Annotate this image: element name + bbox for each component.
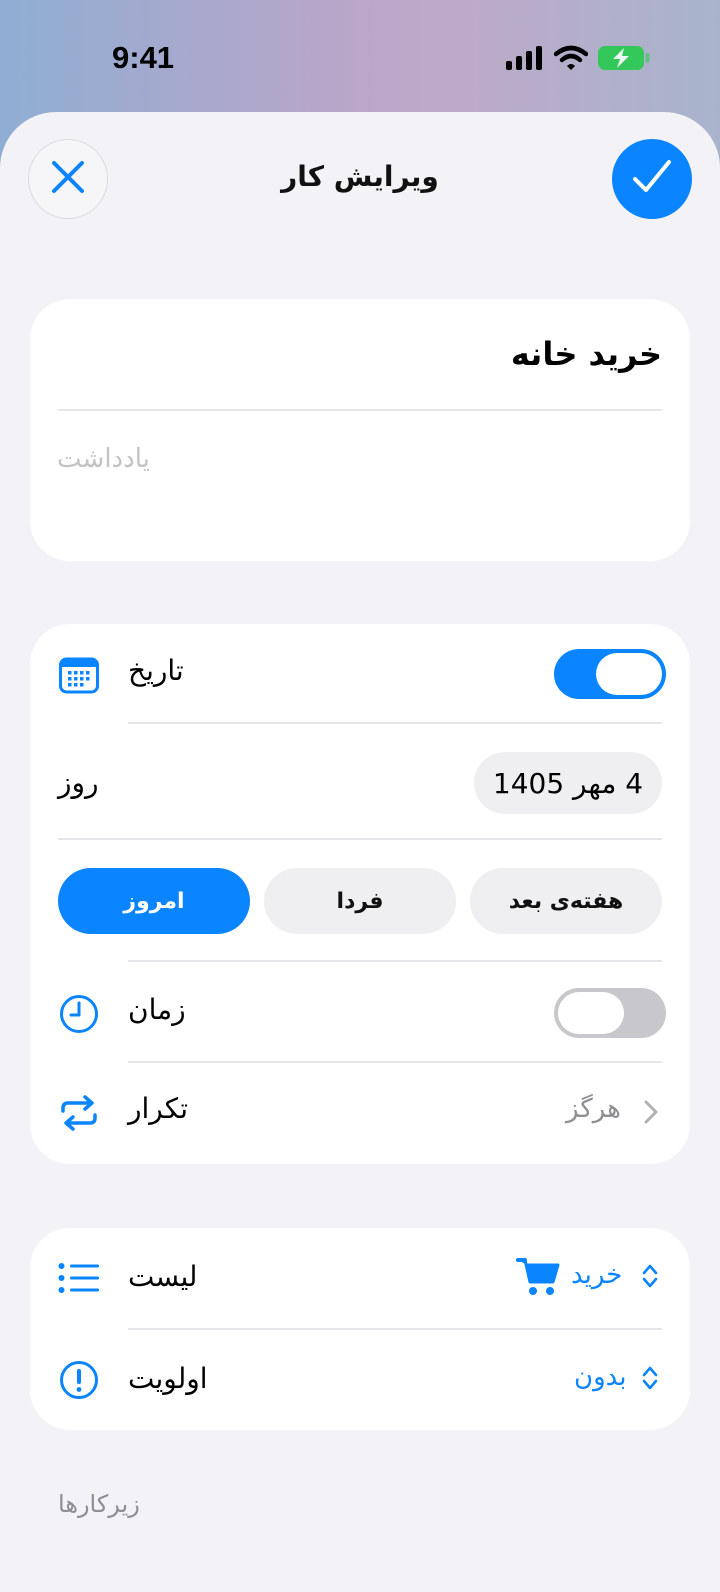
repeat-label: تکرار — [128, 1092, 189, 1125]
done-button[interactable] — [612, 139, 692, 219]
schedule-card: تاریخ 4 مهر 1405 روز امروز فردا هفته‌ی ب… — [30, 624, 690, 1164]
wifi-icon — [553, 45, 589, 75]
status-time: 9:41 — [112, 40, 175, 75]
day-label: روز — [58, 766, 99, 799]
subtasks-header: زیرکارها — [58, 1490, 140, 1518]
date-label: تاریخ — [128, 654, 184, 687]
list-row[interactable]: خرید لیست — [30, 1228, 690, 1328]
time-toggle[interactable] — [554, 988, 666, 1038]
page-title: ویرایش کار — [281, 160, 439, 193]
cellular-signal-icon — [506, 46, 544, 74]
quick-pick-tomorrow[interactable]: فردا — [264, 868, 456, 934]
close-icon — [51, 160, 85, 198]
chevron-right-icon — [644, 1100, 658, 1128]
day-picker[interactable]: 4 مهر 1405 — [474, 752, 662, 814]
status-bar: 9:41 — [0, 0, 720, 112]
list-label: لیست — [128, 1260, 198, 1293]
priority-row[interactable]: بدون اولویت — [30, 1330, 690, 1430]
organization-card: خرید لیست بدون اولویت — [30, 1228, 690, 1430]
close-button[interactable] — [28, 139, 108, 219]
shopping-cart-icon — [516, 1257, 560, 1301]
toggle-knob — [596, 653, 662, 695]
divider — [128, 722, 662, 724]
date-toggle[interactable] — [554, 649, 666, 699]
notes-field[interactable]: یادداشت — [57, 444, 150, 474]
edit-task-sheet: ویرایش کار خرید خانه یادداشت تاریخ 4 مهر… — [0, 112, 720, 1592]
list-icon — [58, 1262, 100, 1298]
divider — [128, 960, 662, 962]
repeat-icon — [58, 1095, 100, 1135]
calendar-icon — [59, 656, 99, 698]
list-value: خرید — [571, 1260, 623, 1290]
priority-value: بدون — [574, 1362, 627, 1392]
repeat-value: هرگز — [566, 1094, 621, 1124]
quick-pick-today[interactable]: امروز — [58, 868, 250, 934]
quick-pick-next-week[interactable]: هفته‌ی بعد — [470, 868, 662, 934]
toggle-knob — [558, 992, 624, 1034]
divider — [58, 409, 662, 411]
task-details-card: خرید خانه یادداشت — [30, 299, 690, 561]
exclamation-circle-icon — [59, 1360, 99, 1404]
task-title-field[interactable]: خرید خانه — [511, 335, 662, 373]
chevron-up-down-icon — [642, 1364, 658, 1396]
status-icons — [506, 45, 650, 75]
checkmark-icon — [632, 159, 672, 199]
time-label: زمان — [128, 993, 186, 1026]
clock-icon — [59, 994, 99, 1038]
repeat-row[interactable]: هرگز تکرار — [30, 1062, 690, 1164]
battery-charging-icon — [598, 45, 650, 75]
priority-label: اولویت — [128, 1362, 208, 1395]
divider — [58, 838, 662, 840]
chevron-up-down-icon — [642, 1262, 658, 1294]
